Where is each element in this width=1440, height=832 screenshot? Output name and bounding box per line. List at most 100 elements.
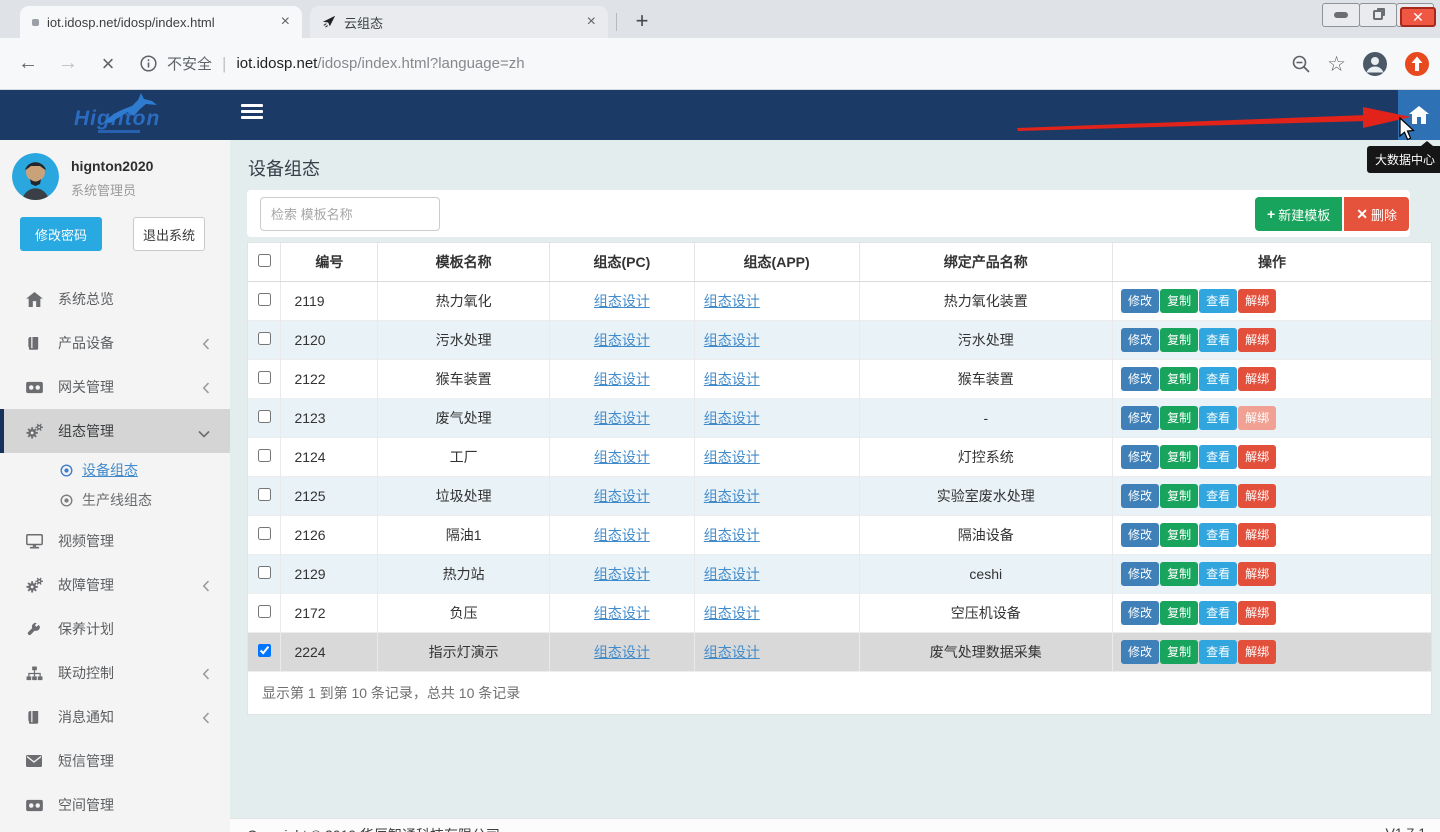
select-all-checkbox[interactable]: [258, 254, 271, 267]
copy-button[interactable]: 复制: [1160, 328, 1198, 352]
view-button[interactable]: 查看: [1199, 367, 1237, 391]
edit-button[interactable]: 修改: [1121, 562, 1159, 586]
table-row[interactable]: 2124工厂组态设计组态设计灯控系统修改复制查看解绑: [248, 437, 1431, 476]
table-row[interactable]: 2123废气处理组态设计组态设计-修改复制查看解绑: [248, 398, 1431, 437]
row-checkbox[interactable]: [258, 605, 271, 618]
edit-button[interactable]: 修改: [1121, 445, 1159, 469]
pc-config-link[interactable]: 组态设计: [594, 644, 650, 660]
row-checkbox[interactable]: [258, 293, 271, 306]
tab-close-icon[interactable]: ×: [277, 13, 294, 31]
app-config-link[interactable]: 组态设计: [704, 644, 760, 660]
zoom-out-icon[interactable]: [1291, 54, 1311, 74]
sidebar-item-config[interactable]: 组态管理: [0, 409, 230, 453]
pc-config-link[interactable]: 组态设计: [594, 293, 650, 309]
pc-config-link[interactable]: 组态设计: [594, 488, 650, 504]
copy-button[interactable]: 复制: [1160, 640, 1198, 664]
edit-button[interactable]: 修改: [1121, 289, 1159, 313]
unbind-button[interactable]: 解绑: [1238, 601, 1276, 625]
sidebar-item-sms[interactable]: 短信管理: [0, 739, 230, 783]
view-button[interactable]: 查看: [1199, 289, 1237, 313]
sidebar-item-message[interactable]: 消息通知: [0, 695, 230, 739]
app-config-link[interactable]: 组态设计: [704, 293, 760, 309]
table-row[interactable]: 2122猴车装置组态设计组态设计猴车装置修改复制查看解绑: [248, 359, 1431, 398]
copy-button[interactable]: 复制: [1160, 406, 1198, 430]
pc-config-link[interactable]: 组态设计: [594, 605, 650, 621]
restore-button[interactable]: [1359, 3, 1397, 27]
app-config-link[interactable]: 组态设计: [704, 410, 760, 426]
table-row[interactable]: 2119热力氧化组态设计组态设计热力氧化装置修改复制查看解绑: [248, 281, 1431, 320]
sidebar-subitem-line-config[interactable]: 生产线组态: [0, 485, 230, 515]
edit-button[interactable]: 修改: [1121, 523, 1159, 547]
table-row[interactable]: 2129热力站组态设计组态设计ceshi修改复制查看解绑: [248, 554, 1431, 593]
copy-button[interactable]: 复制: [1160, 445, 1198, 469]
row-checkbox[interactable]: [258, 410, 271, 423]
delete-button[interactable]: ✕删除: [1344, 197, 1409, 231]
view-button[interactable]: 查看: [1199, 406, 1237, 430]
table-row[interactable]: 2172负压组态设计组态设计空压机设备修改复制查看解绑: [248, 593, 1431, 632]
browser-tab-current[interactable]: iot.idosp.net/idosp/index.html ×: [20, 6, 302, 38]
pc-config-link[interactable]: 组态设计: [594, 449, 650, 465]
view-button[interactable]: 查看: [1199, 640, 1237, 664]
pc-config-link[interactable]: 组态设计: [594, 371, 650, 387]
unbind-button[interactable]: 解绑: [1238, 562, 1276, 586]
view-button[interactable]: 查看: [1199, 328, 1237, 352]
sidebar-item-space[interactable]: 空间管理: [0, 783, 230, 827]
app-config-link[interactable]: 组态设计: [704, 371, 760, 387]
edit-button[interactable]: 修改: [1121, 367, 1159, 391]
app-config-link[interactable]: 组态设计: [704, 332, 760, 348]
big-data-center-button[interactable]: [1398, 90, 1440, 140]
view-button[interactable]: 查看: [1199, 562, 1237, 586]
edit-button[interactable]: 修改: [1121, 406, 1159, 430]
view-button[interactable]: 查看: [1199, 601, 1237, 625]
copy-button[interactable]: 复制: [1160, 484, 1198, 508]
stop-loading-button[interactable]: ×: [88, 51, 128, 77]
edit-button[interactable]: 修改: [1121, 601, 1159, 625]
app-config-link[interactable]: 组态设计: [704, 449, 760, 465]
change-password-button[interactable]: 修改密码: [20, 217, 102, 251]
row-checkbox[interactable]: [258, 371, 271, 384]
hamburger-menu-icon[interactable]: [241, 104, 263, 122]
browser-tab-cloud[interactable]: 云组态 ×: [310, 6, 608, 38]
row-checkbox[interactable]: [258, 566, 271, 579]
unbind-button[interactable]: 解绑: [1238, 406, 1276, 430]
sidebar-subitem-device-config[interactable]: 设备组态: [0, 455, 230, 485]
logout-button[interactable]: 退出系统: [133, 217, 205, 251]
pc-config-link[interactable]: 组态设计: [594, 527, 650, 543]
sidebar-item-linkage[interactable]: 联动控制: [0, 651, 230, 695]
edit-button[interactable]: 修改: [1121, 640, 1159, 664]
copy-button[interactable]: 复制: [1160, 289, 1198, 313]
app-config-link[interactable]: 组态设计: [704, 605, 760, 621]
unbind-button[interactable]: 解绑: [1238, 484, 1276, 508]
bookmark-star-icon[interactable]: ☆: [1327, 52, 1346, 77]
profile-avatar-icon[interactable]: [1362, 51, 1388, 77]
table-row[interactable]: 2224指示灯演示组态设计组态设计废气处理数据采集修改复制查看解绑: [248, 632, 1431, 671]
view-button[interactable]: 查看: [1199, 445, 1237, 469]
copy-button[interactable]: 复制: [1160, 562, 1198, 586]
tab-close-icon[interactable]: ×: [583, 13, 600, 31]
row-checkbox[interactable]: [258, 488, 271, 501]
sidebar-item-maintenance[interactable]: 保养计划: [0, 607, 230, 651]
edit-button[interactable]: 修改: [1121, 328, 1159, 352]
unbind-button[interactable]: 解绑: [1238, 328, 1276, 352]
unbind-button[interactable]: 解绑: [1238, 640, 1276, 664]
search-input[interactable]: [260, 197, 440, 231]
pc-config-link[interactable]: 组态设计: [594, 410, 650, 426]
sidebar-item-product[interactable]: 产品设备: [0, 321, 230, 365]
table-row[interactable]: 2126隔油1组态设计组态设计隔油设备修改复制查看解绑: [248, 515, 1431, 554]
app-config-link[interactable]: 组态设计: [704, 488, 760, 504]
new-template-button[interactable]: +新建模板: [1255, 197, 1342, 231]
table-row[interactable]: 2125垃圾处理组态设计组态设计实验室废水处理修改复制查看解绑: [248, 476, 1431, 515]
sidebar-item-gateway[interactable]: 网关管理: [0, 365, 230, 409]
unbind-button[interactable]: 解绑: [1238, 367, 1276, 391]
sidebar-item-video[interactable]: 视频管理: [0, 519, 230, 563]
sidebar-item-fault[interactable]: 故障管理: [0, 563, 230, 607]
back-button[interactable]: ←: [8, 52, 48, 75]
unbind-button[interactable]: 解绑: [1238, 289, 1276, 313]
view-button[interactable]: 查看: [1199, 523, 1237, 547]
copy-button[interactable]: 复制: [1160, 367, 1198, 391]
new-tab-button[interactable]: +: [628, 8, 656, 36]
sidebar-item-overview[interactable]: 系统总览: [0, 277, 230, 321]
table-row[interactable]: 2120污水处理组态设计组态设计污水处理修改复制查看解绑: [248, 320, 1431, 359]
copy-button[interactable]: 复制: [1160, 601, 1198, 625]
row-checkbox[interactable]: [258, 644, 271, 657]
